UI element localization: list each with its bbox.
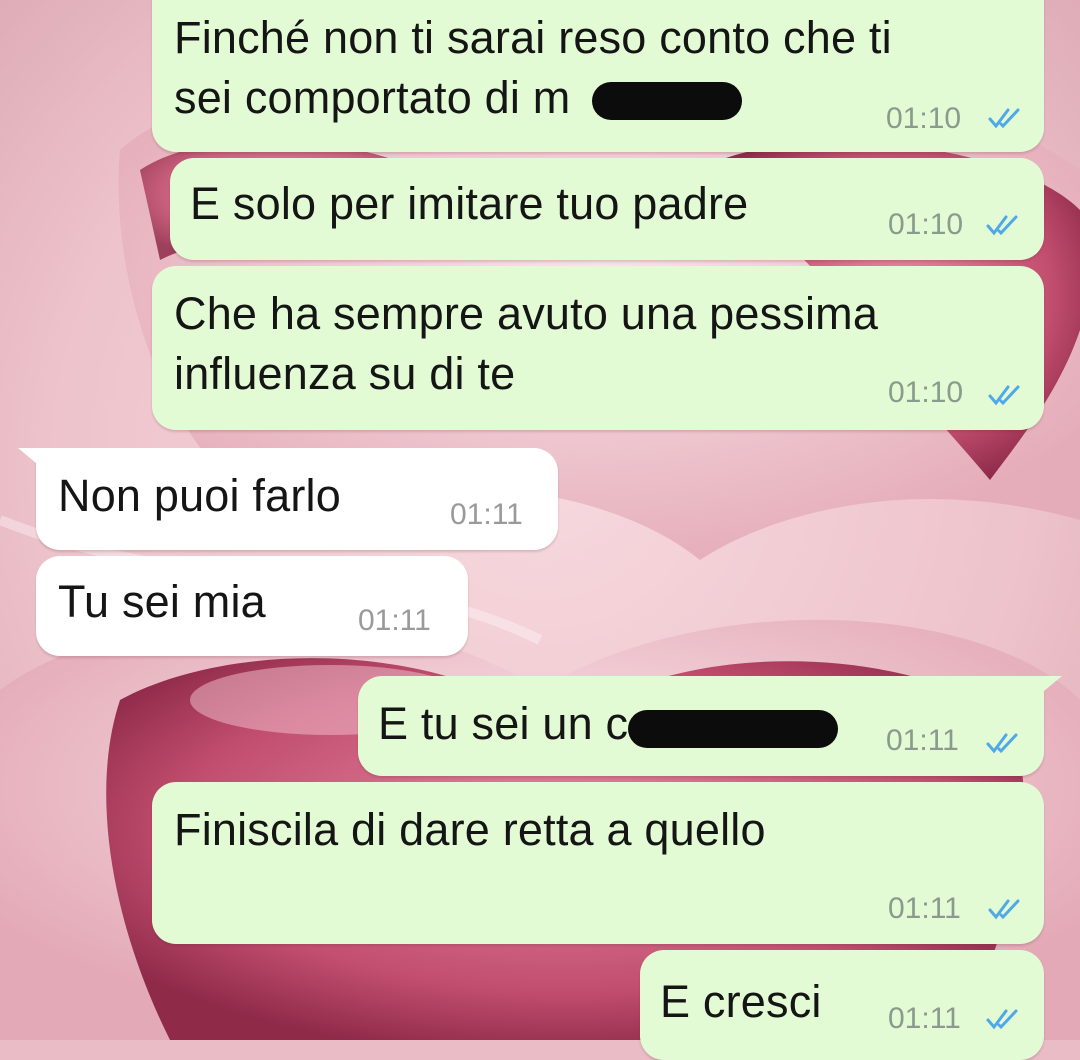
message-text: Finiscila di dare retta a quello — [174, 804, 766, 855]
message-text: Non puoi farlo — [58, 470, 341, 521]
message-time: 01:11 — [358, 604, 431, 637]
message-text: influenza su di te — [174, 348, 516, 399]
message-text: sei comportato di m — [174, 72, 571, 123]
message-bubble-outgoing[interactable]: Finché non ti sarai reso conto che ti se… — [152, 0, 1044, 152]
message-time: 01:11 — [886, 724, 959, 757]
message-bubble-outgoing[interactable]: E solo per imitare tuo padre 01:10 — [170, 158, 1044, 260]
message-time: 01:11 — [888, 892, 961, 925]
double-check-icon — [988, 899, 1020, 920]
message-text: E cresci — [660, 976, 822, 1027]
message-bubble-incoming[interactable]: Non puoi farlo 01:11 — [18, 448, 558, 550]
double-check-icon — [988, 385, 1020, 406]
redaction-mark — [592, 82, 742, 120]
message-time: 01:10 — [888, 376, 964, 409]
double-check-icon — [986, 1009, 1018, 1030]
message-text: Che ha sempre avuto una pessima — [174, 288, 879, 339]
message-bubble-incoming[interactable]: Tu sei mia 01:11 — [36, 556, 468, 656]
message-bubble-outgoing[interactable]: E tu sei un c 01:11 — [358, 676, 1062, 776]
double-check-icon — [986, 215, 1018, 236]
message-bubble-outgoing[interactable]: Finiscila di dare retta a quello 01:11 — [152, 782, 1044, 944]
double-check-icon — [988, 108, 1020, 129]
message-text: Tu sei mia — [58, 576, 266, 627]
message-time: 01:11 — [888, 1002, 961, 1035]
message-text: E solo per imitare tuo padre — [190, 178, 749, 229]
message-text: E tu sei un c — [378, 698, 629, 749]
message-time: 01:11 — [450, 498, 523, 531]
message-time: 01:10 — [886, 102, 962, 135]
message-bubble-outgoing[interactable]: E cresci 01:11 — [640, 950, 1044, 1060]
double-check-icon — [986, 733, 1018, 754]
message-text: Finché non ti sarai reso conto che ti — [174, 12, 892, 63]
message-time: 01:10 — [888, 208, 964, 241]
message-bubble-outgoing[interactable]: Che ha sempre avuto una pessima influenz… — [152, 266, 1044, 430]
redaction-mark — [628, 710, 838, 748]
